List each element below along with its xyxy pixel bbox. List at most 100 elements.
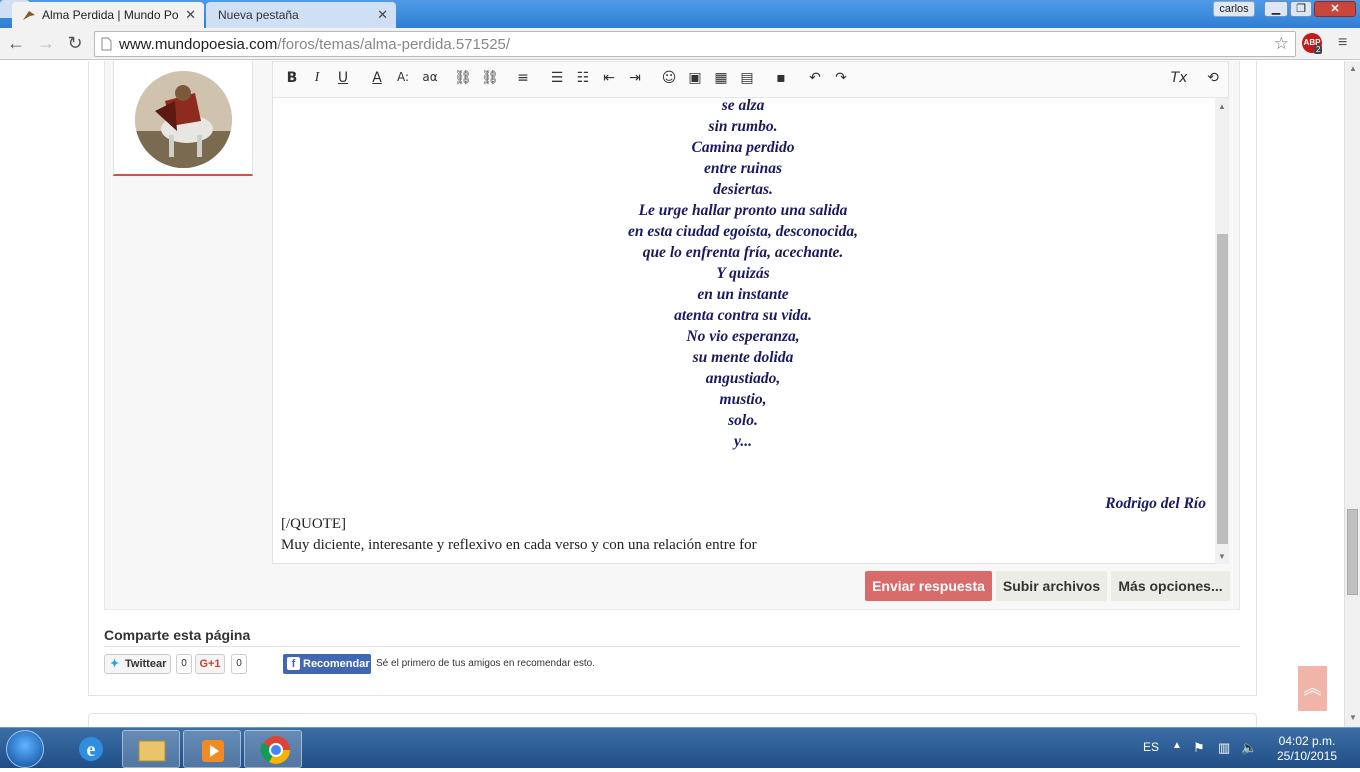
menu-icon[interactable]: ≡ bbox=[1338, 34, 1347, 52]
show-hidden-icons-icon[interactable]: ▲ bbox=[1172, 740, 1182, 751]
upload-files-button[interactable]: Subir archivos bbox=[996, 571, 1107, 601]
numbered-list-icon[interactable]: ☷ bbox=[573, 70, 593, 86]
scroll-down-icon[interactable]: ▼ bbox=[1349, 713, 1357, 722]
poem-line: Y quizás bbox=[716, 265, 770, 282]
close-tab-icon[interactable]: ✕ bbox=[185, 4, 196, 26]
avatar[interactable] bbox=[135, 71, 232, 168]
toggle-bbcode-icon[interactable]: ⟲ bbox=[1203, 70, 1223, 86]
site-favicon-icon bbox=[23, 11, 35, 20]
back-arrow-icon[interactable]: ← bbox=[5, 33, 27, 54]
language-indicator[interactable]: ES bbox=[1143, 740, 1159, 754]
restore-icon[interactable]: ❐ bbox=[1290, 1, 1312, 17]
media-player-icon[interactable] bbox=[183, 730, 241, 768]
tab-title: Alma Perdida | Mundo Po bbox=[42, 8, 179, 22]
bullet-list-icon[interactable]: ☰ bbox=[547, 70, 567, 86]
file-explorer-icon[interactable] bbox=[122, 730, 180, 768]
address-bar[interactable]: www.mundopoesia.com/foros/temas/alma-per… bbox=[94, 31, 1296, 57]
scroll-up-icon[interactable]: ▲ bbox=[1349, 64, 1357, 73]
breadcrumb bbox=[88, 713, 1257, 727]
send-reply-button[interactable]: Enviar respuesta bbox=[865, 571, 992, 601]
url-domain: www.mundopoesia.com bbox=[119, 36, 278, 53]
url-text: www.mundopoesia.com/foros/temas/alma-per… bbox=[119, 36, 510, 53]
poem-line: atenta contra su vida. bbox=[674, 307, 812, 324]
reply-editor: B I U A A: aα ⛓ ⛓ ≡ ☰ ☷ ⇤ ⇥ ☺ ▣ ▦ ▤ ▪ ↶ … bbox=[272, 61, 1229, 564]
image-icon[interactable]: ▣ bbox=[685, 70, 705, 86]
link-icon[interactable]: ⛓ bbox=[453, 70, 473, 86]
remove-format-icon[interactable]: Tx bbox=[1169, 70, 1189, 86]
minimize-icon[interactable]: ▁ bbox=[1264, 1, 1288, 17]
indent-icon[interactable]: ⇥ bbox=[625, 70, 645, 86]
browser-toolbar: ← → ↻ www.mundopoesia.com/foros/temas/al… bbox=[0, 28, 1360, 60]
reply-text: Muy diciente, interesante y reflexivo en… bbox=[281, 537, 757, 553]
poem-line: entre ruinas bbox=[704, 160, 782, 177]
editor-content[interactable]: se alza sin rumbo. Camina perdido entre rui… bbox=[273, 98, 1213, 564]
folder-icon bbox=[138, 740, 166, 762]
poem-line: desiertas. bbox=[713, 181, 773, 198]
chrome-icon[interactable] bbox=[244, 730, 302, 768]
window-close-icon[interactable]: ✕ bbox=[1314, 1, 1356, 17]
volume-icon[interactable]: 🔈 bbox=[1241, 740, 1257, 756]
reload-icon[interactable]: ↻ bbox=[64, 33, 86, 54]
quote-close-tag: [/QUOTE] bbox=[281, 516, 346, 532]
poem-line: solo. bbox=[728, 412, 758, 429]
svg-text:e: e bbox=[87, 739, 96, 761]
redo-icon[interactable]: ↷ bbox=[831, 70, 851, 86]
scroll-to-top-button[interactable]: ︽ bbox=[1298, 666, 1327, 711]
clock-time: 04:02 p.m. bbox=[1278, 734, 1336, 748]
twitter-label: Twittear bbox=[125, 658, 167, 670]
italic-icon[interactable]: I bbox=[307, 70, 327, 86]
poem-line: No vio esperanza, bbox=[686, 328, 800, 345]
internet-explorer-icon[interactable]: e bbox=[62, 730, 120, 768]
close-tab-icon[interactable]: ✕ bbox=[377, 4, 388, 26]
align-icon[interactable]: ≡ bbox=[513, 70, 533, 86]
media-icon[interactable]: ▦ bbox=[711, 70, 731, 86]
font-size-icon[interactable]: A: bbox=[393, 70, 413, 84]
undo-icon[interactable]: ↶ bbox=[805, 70, 825, 86]
clock[interactable]: 04:02 p.m. 25/10/2015 bbox=[1268, 734, 1346, 764]
network-icon[interactable]: ▥ bbox=[1218, 740, 1230, 756]
editor-scrollbar[interactable]: ▲ ▼ bbox=[1215, 98, 1229, 564]
gplus-count: 0 bbox=[231, 654, 247, 674]
forward-arrow-icon[interactable]: → bbox=[35, 33, 57, 54]
poem-line: en un instante bbox=[697, 286, 789, 303]
double-chevron-up-icon: ︽ bbox=[1303, 678, 1322, 698]
share-title: Comparte esta página bbox=[104, 627, 251, 643]
poem-line: en esta ciudad egoísta, desconocida, bbox=[628, 223, 858, 240]
insert-icon[interactable]: ▤ bbox=[737, 70, 757, 86]
action-center-flag-icon[interactable]: ⚑ bbox=[1193, 740, 1205, 756]
knight-avatar-image bbox=[135, 71, 232, 168]
start-button[interactable] bbox=[6, 730, 44, 768]
browser-titlebar: Alma Perdida | Mundo Po ✕ Nueva pestaña … bbox=[0, 0, 1360, 28]
poem-line: Camina perdido bbox=[691, 139, 795, 156]
poem-line: se alza bbox=[721, 98, 765, 114]
outdent-icon[interactable]: ⇤ bbox=[599, 70, 619, 86]
chrome-logo-icon bbox=[260, 736, 290, 764]
text-color-icon[interactable]: A bbox=[367, 70, 387, 86]
tab-alma-perdida[interactable]: Alma Perdida | Mundo Po ✕ bbox=[12, 2, 204, 28]
page-scroll-thumb[interactable] bbox=[1347, 509, 1358, 595]
editor-scroll-thumb[interactable] bbox=[1217, 234, 1228, 544]
play-icon bbox=[202, 740, 224, 762]
more-options-button[interactable]: Más opciones... bbox=[1111, 571, 1230, 601]
scroll-down-icon[interactable]: ▼ bbox=[1218, 552, 1226, 561]
bold-icon[interactable]: B bbox=[282, 70, 302, 86]
page-scrollbar[interactable]: ▲ ▼ bbox=[1344, 61, 1360, 727]
facebook-recommend-button[interactable]: f Recomendar bbox=[283, 654, 371, 674]
tab-new[interactable]: Nueva pestaña ✕ bbox=[206, 2, 396, 28]
save-draft-icon[interactable]: ▪ bbox=[771, 70, 791, 86]
unlink-icon[interactable]: ⛓ bbox=[480, 70, 500, 86]
twitter-button[interactable]: ✦ Twittear bbox=[104, 654, 171, 674]
facebook-social-text: Sé el primero de tus amigos en recomenda… bbox=[376, 658, 595, 669]
smiley-icon[interactable]: ☺ bbox=[659, 70, 679, 86]
poem-line: sin rumbo. bbox=[708, 118, 778, 135]
bookmark-star-icon[interactable]: ☆ bbox=[1274, 34, 1289, 54]
poem-line: Le urge hallar pronto una salida bbox=[638, 202, 848, 219]
underline-icon[interactable]: U bbox=[333, 70, 353, 86]
user-avatar-card bbox=[113, 61, 253, 176]
profile-button[interactable]: carlos bbox=[1213, 1, 1255, 17]
gplus-button[interactable]: G+1 bbox=[195, 654, 225, 674]
url-path: /foros/temas/alma-perdida.571525/ bbox=[277, 36, 511, 53]
font-family-icon[interactable]: aα bbox=[420, 70, 440, 84]
scroll-up-icon[interactable]: ▲ bbox=[1218, 102, 1226, 111]
tab-title: Nueva pestaña bbox=[218, 8, 299, 22]
